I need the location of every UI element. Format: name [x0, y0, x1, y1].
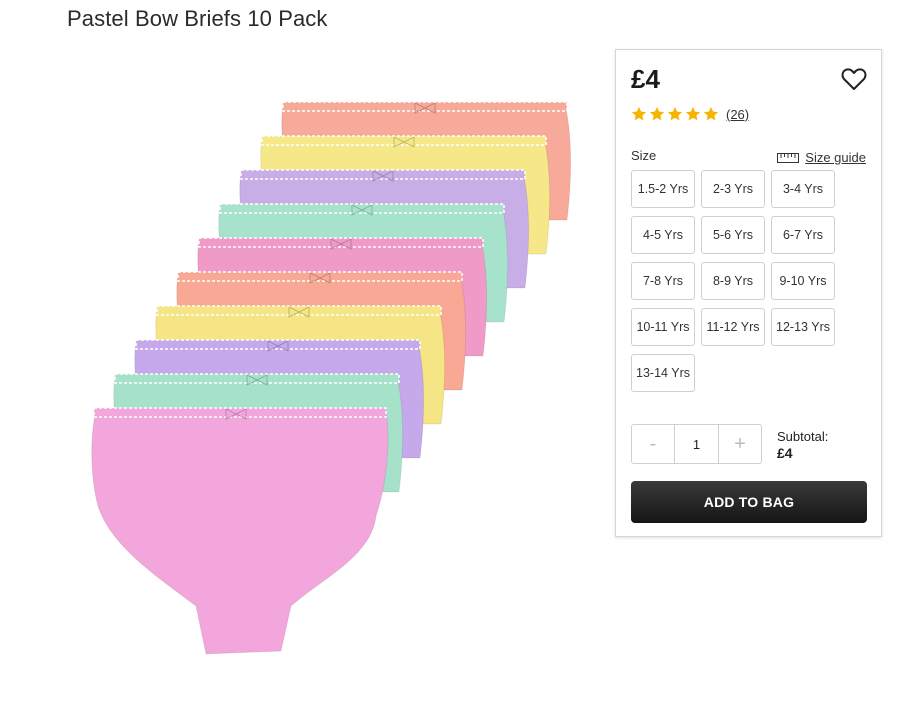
- purchase-panel: £4 (26) Size Size guide 1.5-2 Yrs 2-3 Yrs…: [615, 49, 882, 537]
- size-option[interactable]: 2-3 Yrs: [701, 170, 765, 208]
- size-option[interactable]: 5-6 Yrs: [701, 216, 765, 254]
- size-option[interactable]: 12-13 Yrs: [771, 308, 835, 346]
- size-option[interactable]: 1.5-2 Yrs: [631, 170, 695, 208]
- size-option[interactable]: 13-14 Yrs: [631, 354, 695, 392]
- size-option[interactable]: 11-12 Yrs: [701, 308, 765, 346]
- size-option[interactable]: 8-9 Yrs: [701, 262, 765, 300]
- star-icon: [649, 107, 665, 121]
- product-title: Pastel Bow Briefs 10 Pack: [67, 6, 328, 31]
- star-icon: [703, 107, 719, 121]
- quantity-value[interactable]: 1: [674, 425, 719, 463]
- subtotal-label: Subtotal:: [777, 429, 829, 444]
- size-label: Size: [631, 148, 657, 163]
- size-option[interactable]: 6-7 Yrs: [771, 216, 835, 254]
- size-guide-label: Size guide: [805, 150, 866, 165]
- star-rating: [631, 106, 721, 122]
- size-guide-link[interactable]: Size guide: [777, 150, 866, 165]
- decrease-quantity-button[interactable]: -: [632, 425, 674, 463]
- rating: (26): [631, 106, 749, 122]
- brief-item: [91, 407, 389, 655]
- subtotal-value: £4: [777, 445, 793, 461]
- increase-quantity-button[interactable]: +: [719, 425, 761, 463]
- reviews-link[interactable]: (26): [726, 107, 749, 122]
- size-option[interactable]: 3-4 Yrs: [771, 170, 835, 208]
- star-icon: [667, 107, 683, 121]
- ruler-icon: [777, 152, 800, 163]
- size-option[interactable]: 4-5 Yrs: [631, 216, 695, 254]
- price: £4: [631, 64, 660, 94]
- quantity-stepper: - 1 +: [631, 424, 762, 464]
- size-option[interactable]: 9-10 Yrs: [771, 262, 835, 300]
- heart-icon[interactable]: [841, 67, 867, 91]
- subtotal: Subtotal: £4: [777, 428, 828, 462]
- size-option[interactable]: 10-11 Yrs: [631, 308, 695, 346]
- add-to-bag-button[interactable]: ADD TO BAG: [631, 481, 867, 523]
- star-icon: [685, 107, 701, 121]
- size-option[interactable]: 7-8 Yrs: [631, 262, 695, 300]
- product-image: [91, 101, 572, 655]
- star-icon: [631, 107, 647, 121]
